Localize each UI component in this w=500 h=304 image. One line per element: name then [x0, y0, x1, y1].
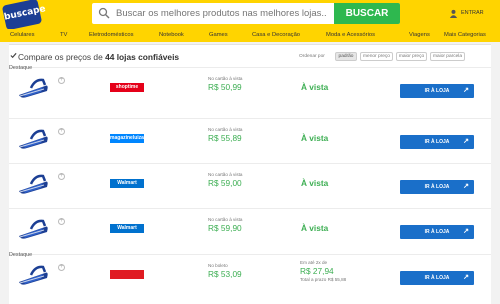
price-value: R$ 59,90: [208, 223, 242, 233]
offer-row: Destaque + shoptime No cartão à vista R$ 50,…: [9, 65, 491, 111]
nav-item-tv[interactable]: TV: [60, 32, 67, 38]
offer-row: + Walmart No cartão à vista R$ 59,00 À vista…: [9, 163, 491, 207]
price-value: R$ 59,00: [208, 178, 242, 188]
search-icon: [98, 7, 110, 19]
nav-item-eletrodomesticos[interactable]: Eletrodomésticos: [89, 32, 133, 38]
go-to-store-button[interactable]: IR À LOJA ↗: [400, 135, 474, 149]
price-label: No cartão à vista: [208, 76, 243, 81]
arrow-icon: ↗: [463, 87, 469, 94]
add-compare-icon[interactable]: +: [58, 264, 65, 271]
nav-item-casa-decoracao[interactable]: Casa e Decoração: [252, 32, 300, 38]
price-label: No cartão à vista: [208, 217, 243, 222]
price-label: No cartão à vista: [208, 172, 243, 177]
sort-lowest-price[interactable]: menor preço: [360, 52, 393, 61]
login-label: ENTRAR: [461, 10, 484, 16]
add-compare-icon[interactable]: +: [58, 77, 65, 84]
price-value: R$ 50,99: [208, 82, 242, 92]
top-header: buscape BUSCAR ENTRAR: [0, 0, 500, 31]
offer-row: + magazineluiza No cartão à vista R$ 55,89 À…: [9, 118, 491, 162]
go-to-store-label: IR À LOJA: [424, 184, 450, 190]
add-compare-icon[interactable]: +: [58, 218, 65, 225]
featured-label: Destaque: [9, 65, 33, 71]
go-to-store-label: IR À LOJA: [424, 275, 450, 281]
installments-label: Em até 2x de: [300, 260, 328, 265]
nav-item-moda-acessorios[interactable]: Moda e Acessórios: [326, 32, 375, 38]
store-logo[interactable]: Walmart: [110, 179, 144, 188]
product-iron-image[interactable]: [17, 169, 51, 195]
nav-item-notebook[interactable]: Notebook: [159, 32, 184, 38]
compare-title: Compare os preços de 44 lojas confiáveis: [18, 52, 180, 62]
go-to-store-label: IR À LOJA: [424, 229, 450, 235]
store-logo[interactable]: shoptime: [110, 83, 144, 92]
sort-highest-price[interactable]: maior preço: [396, 52, 427, 61]
offer-row: Destaque + No boleto R$ 53,09 Em até 2x de R$…: [9, 252, 491, 298]
nav-item-games[interactable]: Games: [209, 32, 228, 38]
search-bar: BUSCAR: [92, 3, 400, 24]
search-input[interactable]: [116, 3, 326, 24]
check-icon: [10, 52, 17, 59]
payment-type: À vista: [301, 82, 329, 92]
search-button[interactable]: BUSCAR: [334, 3, 400, 24]
store-logo[interactable]: Walmart: [110, 224, 144, 233]
go-to-store-button[interactable]: IR À LOJA ↗: [400, 225, 474, 239]
go-to-store-button[interactable]: IR À LOJA ↗: [400, 271, 474, 285]
arrow-icon: ↗: [463, 138, 469, 145]
price-value: R$ 55,89: [208, 133, 242, 143]
offer-row: + Walmart No cartão à vista R$ 59,90 À vista…: [9, 208, 491, 252]
order-label: Ordenar por: [299, 54, 325, 59]
store-logo[interactable]: [110, 270, 144, 279]
nav-item-viagens[interactable]: Viagens: [409, 32, 430, 38]
offers-panel: Compare os preços de 44 lojas confiáveis…: [9, 44, 491, 304]
go-to-store-label: IR À LOJA: [424, 139, 450, 145]
category-nav: Celulares TV Eletrodomésticos Notebook G…: [0, 29, 500, 42]
product-iron-image[interactable]: [17, 214, 51, 240]
payment-type: À vista: [301, 133, 329, 143]
user-icon: [449, 9, 458, 18]
go-to-store-button[interactable]: IR À LOJA ↗: [400, 84, 474, 98]
sort-default[interactable]: padrão: [335, 52, 357, 61]
arrow-icon: ↗: [463, 183, 469, 190]
store-count: 44 lojas confiáveis: [105, 52, 180, 62]
payment-type: À vista: [301, 178, 329, 188]
nav-item-celulares[interactable]: Celulares: [10, 32, 35, 38]
nav-item-mais-categorias[interactable]: Mais Categorias: [444, 32, 486, 38]
sort-highest-installment[interactable]: maior parcela: [430, 52, 465, 61]
arrow-icon: ↗: [463, 228, 469, 235]
featured-label: Destaque: [9, 252, 33, 258]
buscape-logo[interactable]: buscape: [1, 0, 47, 31]
go-to-store-label: IR À LOJA: [424, 88, 450, 94]
go-to-store-button[interactable]: IR À LOJA ↗: [400, 180, 474, 194]
arrow-icon: ↗: [463, 274, 469, 281]
product-iron-image[interactable]: [17, 73, 51, 99]
add-compare-icon[interactable]: +: [58, 128, 65, 135]
add-compare-icon[interactable]: +: [58, 173, 65, 180]
price-label: No cartão à vista: [208, 127, 243, 132]
product-iron-image[interactable]: [17, 124, 51, 150]
payment-type: À vista: [301, 223, 329, 233]
store-logo[interactable]: magazineluiza: [110, 134, 144, 143]
installment-price: R$ 27,94: [300, 266, 334, 276]
product-iron-image[interactable]: [17, 260, 51, 286]
total-label: Total a prazo R$ 55,88: [300, 277, 347, 282]
price-label: No boleto: [208, 263, 228, 268]
price-value: R$ 53,09: [208, 269, 242, 279]
login-link[interactable]: ENTRAR: [449, 6, 484, 20]
